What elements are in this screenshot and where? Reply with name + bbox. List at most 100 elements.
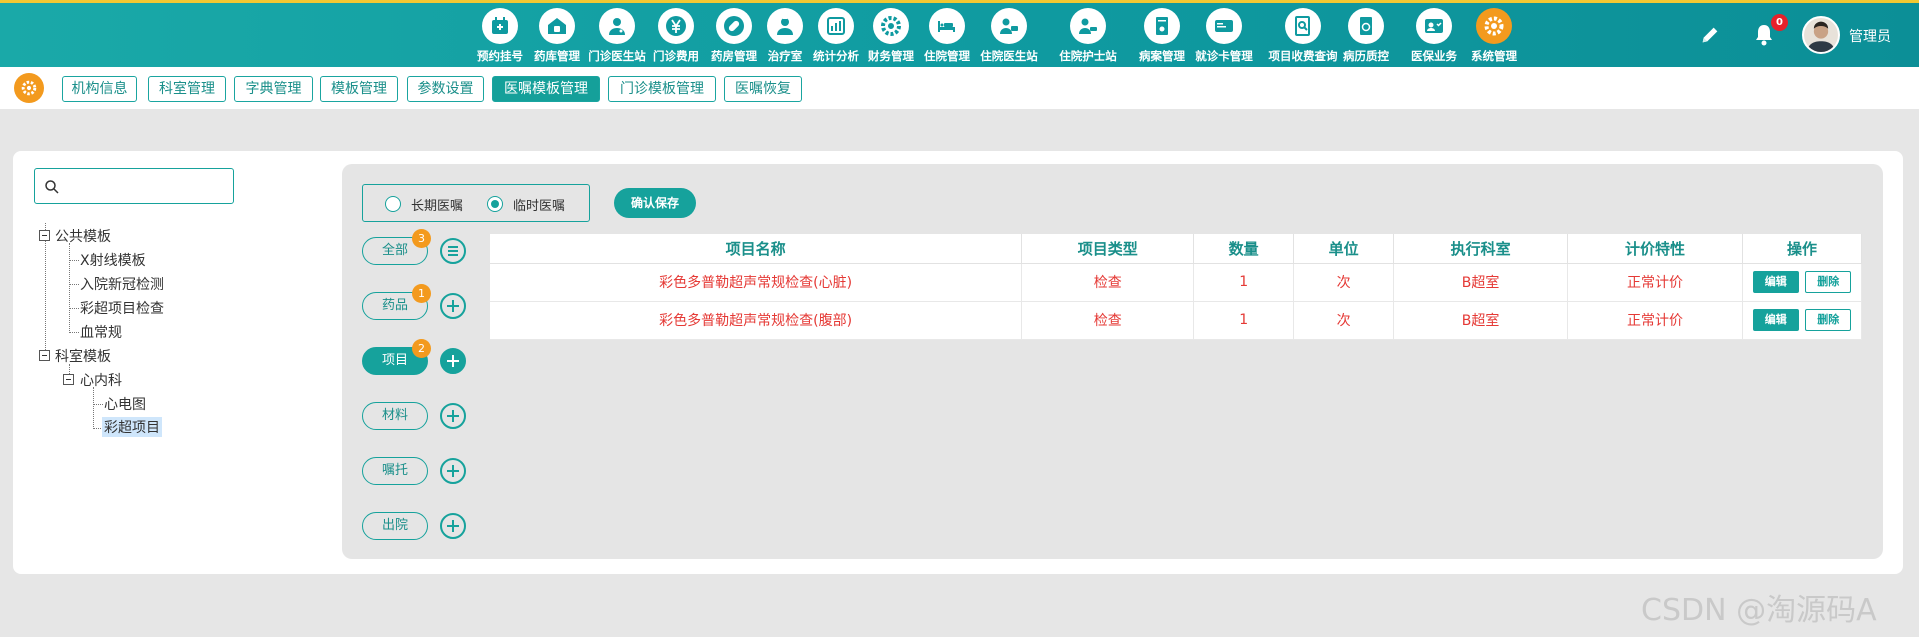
edit-button[interactable]: 编辑 xyxy=(1752,309,1799,331)
confirm-save-button[interactable]: 确认保存 xyxy=(614,188,696,218)
col-pricing[interactable]: 计价特性 xyxy=(1567,234,1743,264)
sub-tab-bar: 机构信息 科室管理 字典管理 模板管理 参数设置 医嘱模板管理 门诊模板管理 医… xyxy=(0,67,1919,109)
cell-item-type: 检查 xyxy=(1021,301,1195,340)
finance-gear-icon xyxy=(873,8,909,44)
insurance-icon xyxy=(1416,8,1452,44)
table-row[interactable]: 彩色多普勒超声常规检查(心脏) 检查 1 次 B超室 正常计价 编辑 删除 xyxy=(490,263,1863,302)
radio-label-temp: 临时医嘱 xyxy=(513,199,566,214)
cell-unit: 次 xyxy=(1293,263,1395,302)
add-item-icon[interactable] xyxy=(440,348,466,374)
search-doc-icon xyxy=(1285,8,1321,44)
tree-node-dept[interactable]: 科室模板 xyxy=(55,346,111,366)
cell-quantity: 1 xyxy=(1193,301,1295,340)
tab-outpatient-template[interactable]: 门诊模板管理 xyxy=(608,76,716,102)
search-input[interactable] xyxy=(65,175,225,199)
cell-unit: 次 xyxy=(1293,301,1395,340)
col-quantity[interactable]: 数量 xyxy=(1193,234,1295,264)
inpatient-doctor-icon xyxy=(991,8,1027,44)
nav-label: 系统管理 xyxy=(1471,49,1517,63)
quality-icon xyxy=(1348,8,1384,44)
delete-button[interactable]: 删除 xyxy=(1805,309,1852,331)
category-badge: 1 xyxy=(412,284,431,303)
col-unit[interactable]: 单位 xyxy=(1293,234,1395,264)
category-instruction[interactable]: 嘱托 xyxy=(362,457,428,485)
tab-template[interactable]: 模板管理 xyxy=(320,76,398,102)
tree-node-cardiology[interactable]: 心内科 xyxy=(80,370,122,390)
radio-long-term[interactable] xyxy=(385,196,401,212)
add-drug-icon[interactable] xyxy=(440,293,466,319)
add-discharge-icon[interactable] xyxy=(440,513,466,539)
tree-node-xray[interactable]: X射线模板 xyxy=(80,250,146,270)
category-discharge[interactable]: 出院 xyxy=(362,512,428,540)
tab-department[interactable]: 科室管理 xyxy=(148,76,226,102)
col-exec-dept[interactable]: 执行科室 xyxy=(1393,234,1569,264)
tree-node-blood[interactable]: 血常规 xyxy=(80,322,122,342)
category-badge: 2 xyxy=(412,339,431,358)
tab-org-info[interactable]: 机构信息 xyxy=(62,76,137,102)
record-icon xyxy=(1144,8,1180,44)
cell-exec-dept: B超室 xyxy=(1393,263,1569,302)
settings-gear-icon xyxy=(14,73,44,103)
delete-button[interactable]: 删除 xyxy=(1805,271,1852,293)
top-accent-strip xyxy=(0,0,1919,3)
notification-badge: 0 xyxy=(1771,14,1788,31)
radio-temporary[interactable] xyxy=(487,196,503,212)
tab-parameters[interactable]: 参数设置 xyxy=(407,76,484,102)
tree-line xyxy=(93,404,103,405)
tree-search xyxy=(34,168,234,204)
system-gear-icon xyxy=(1476,8,1512,44)
nav-label: 住院医生站 xyxy=(980,49,1038,63)
pharmacy-storage-icon xyxy=(539,8,575,44)
cell-quantity: 1 xyxy=(1193,263,1295,302)
cell-item-name: 彩色多普勒超声常规检查(心脏) xyxy=(490,263,1023,302)
add-instruction-icon[interactable] xyxy=(440,458,466,484)
add-material-icon[interactable] xyxy=(440,403,466,429)
tree-collapse-icon[interactable] xyxy=(39,230,50,241)
cell-pricing: 正常计价 xyxy=(1567,263,1743,302)
avatar[interactable] xyxy=(1802,16,1840,54)
tab-order-restore[interactable]: 医嘱恢复 xyxy=(724,76,802,102)
nav-item-inpatient-doctor[interactable]: 住院医生站 xyxy=(971,8,1047,66)
tree-collapse-icon[interactable] xyxy=(63,374,74,385)
list-menu-icon[interactable] xyxy=(440,238,466,264)
chart-icon xyxy=(818,8,854,44)
nav-label: 就诊卡管理 xyxy=(1195,49,1253,63)
table-row[interactable]: 彩色多普勒超声常规检查(腹部) 检查 1 次 B超室 正常计价 编辑 删除 xyxy=(490,301,1863,340)
username[interactable]: 管理员 xyxy=(1849,26,1891,46)
tree-line xyxy=(69,308,79,309)
tree-node-covid[interactable]: 入院新冠检测 xyxy=(80,274,164,294)
table-header-row: 项目名称 项目类型 数量 单位 执行科室 计价特性 操作 xyxy=(490,234,1863,264)
tree-line xyxy=(45,223,46,358)
tree-line xyxy=(69,332,79,333)
tab-dictionary[interactable]: 字典管理 xyxy=(234,76,313,102)
cell-actions: 编辑 删除 xyxy=(1742,301,1863,340)
tree-node-public[interactable]: 公共模板 xyxy=(55,226,111,246)
cell-item-type: 检查 xyxy=(1021,263,1195,302)
watermark: CSDN @淘源码A xyxy=(1641,593,1877,628)
register-icon xyxy=(482,8,518,44)
card-icon xyxy=(1206,8,1242,44)
cell-pricing: 正常计价 xyxy=(1567,301,1743,340)
order-type-group: 长期医嘱 临时医嘱 xyxy=(362,184,590,222)
category-material[interactable]: 材料 xyxy=(362,402,428,430)
tree-line xyxy=(93,387,94,427)
nav-item-record-quality[interactable]: 病历质控 xyxy=(1328,8,1404,66)
nav-item-inpatient-nurse[interactable]: 住院护士站 xyxy=(1050,8,1126,66)
nav-item-system[interactable]: 系统管理 xyxy=(1456,8,1532,66)
inpatient-nurse-icon xyxy=(1070,8,1106,44)
nav-item-patient-card[interactable]: 就诊卡管理 xyxy=(1186,8,1262,66)
edit-button[interactable]: 编辑 xyxy=(1752,271,1799,293)
col-item-name[interactable]: 项目名称 xyxy=(490,234,1023,264)
col-item-type[interactable]: 项目类型 xyxy=(1021,234,1195,264)
category-badge: 3 xyxy=(412,229,431,248)
tab-order-template[interactable]: 医嘱模板管理 xyxy=(492,76,600,102)
tree-node-ultrasound[interactable]: 彩超项目 xyxy=(102,417,162,437)
tree-collapse-icon[interactable] xyxy=(39,350,50,361)
pen-icon[interactable] xyxy=(1699,24,1721,46)
tree-node-ultrasound-check[interactable]: 彩超项目检查 xyxy=(80,298,164,318)
tree-line xyxy=(69,260,79,261)
tree-node-ecg[interactable]: 心电图 xyxy=(104,394,146,414)
order-panel xyxy=(342,164,1883,559)
order-items-table: 项目名称 项目类型 数量 单位 执行科室 计价特性 操作 彩色多普勒超声常规检查… xyxy=(490,234,1863,340)
radio-label-long: 长期医嘱 xyxy=(411,199,464,214)
